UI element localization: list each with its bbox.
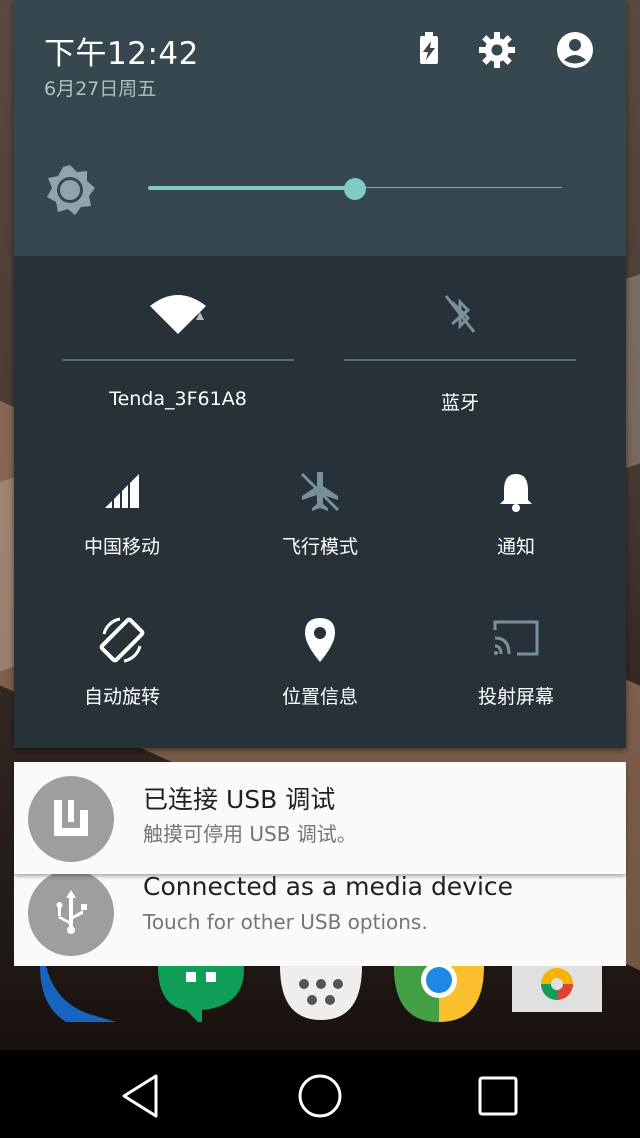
home-icon[interactable]	[296, 1072, 344, 1120]
tile-notification[interactable]: 通知	[432, 464, 600, 564]
tile-location[interactable]: 位置信息	[236, 612, 404, 712]
brightness-slider[interactable]	[148, 172, 562, 202]
tile-wifi[interactable]: Tenda_3F61A8	[62, 280, 294, 420]
notification-title: Connected as a media device	[143, 872, 514, 901]
tile-mobile-label: 中国移动	[83, 536, 160, 558]
slider-fill	[148, 186, 355, 190]
recents-icon[interactable]	[474, 1072, 522, 1120]
airplane-icon	[298, 470, 342, 518]
brightness-icon	[44, 164, 96, 216]
bell-icon	[496, 470, 536, 518]
settings-icon[interactable]	[477, 30, 517, 70]
tile-wifi-label: Tenda_3F61A8	[109, 388, 247, 410]
back-icon[interactable]	[116, 1072, 164, 1120]
tile-airplane-label: 飞行模式	[281, 536, 358, 558]
phone-app-icon[interactable]	[36, 966, 126, 1022]
notification-usb-debugging[interactable]: 已连接 USB 调试 触摸可停用 USB 调试。	[14, 762, 626, 874]
notification-text: Touch for other USB options.	[143, 910, 428, 934]
tile-notification-label: 通知	[496, 536, 535, 558]
clock[interactable]: 下午12:42	[44, 28, 199, 73]
hangouts-app-icon[interactable]	[156, 966, 246, 1022]
usb-icon	[28, 870, 114, 956]
tile-cast[interactable]: 投射屏幕	[432, 612, 600, 712]
slider-thumb[interactable]	[344, 178, 366, 200]
notification-usb-media[interactable]: Connected as a media device Touch for ot…	[14, 866, 626, 966]
tile-divider	[344, 359, 576, 361]
tile-location-label: 位置信息	[281, 686, 358, 708]
tile-divider	[62, 359, 294, 361]
rotate-icon	[96, 614, 148, 670]
quick-settings-panel: 下午12:42 6月27日周五 Tenda_3F61A8 蓝牙 中国移动 飞行模…	[14, 0, 626, 748]
tile-bluetooth-label: 蓝牙	[440, 392, 479, 414]
tile-cast-label: 投射屏幕	[477, 686, 554, 708]
wifi-icon	[146, 294, 210, 342]
notification-text: 触摸可停用 USB 调试。	[143, 822, 357, 846]
apps-drawer-icon[interactable]	[276, 966, 366, 1022]
battery-charging-icon[interactable]	[409, 30, 449, 70]
cast-icon	[491, 618, 541, 662]
navigation-bar	[0, 1050, 640, 1138]
bluetooth-off-icon	[440, 292, 480, 340]
quick-settings-header: 下午12:42 6月27日周五	[14, 0, 626, 256]
signal-icon	[103, 470, 141, 514]
date[interactable]: 6月27日周五	[44, 74, 156, 101]
tile-bluetooth[interactable]: 蓝牙	[344, 280, 576, 420]
usb-debug-icon	[28, 776, 114, 862]
tile-rotate-label: 自动旋转	[83, 686, 160, 708]
account-icon[interactable]	[555, 30, 595, 70]
location-icon	[302, 616, 338, 668]
chrome-app-icon[interactable]	[394, 966, 484, 1022]
notification-title: 已连接 USB 调试	[143, 785, 336, 814]
tile-airplane[interactable]: 飞行模式	[236, 464, 404, 564]
tile-mobile-data[interactable]: 中国移动	[38, 464, 206, 564]
photos-app-icon[interactable]	[512, 966, 602, 1022]
tile-auto-rotate[interactable]: 自动旋转	[38, 612, 206, 712]
